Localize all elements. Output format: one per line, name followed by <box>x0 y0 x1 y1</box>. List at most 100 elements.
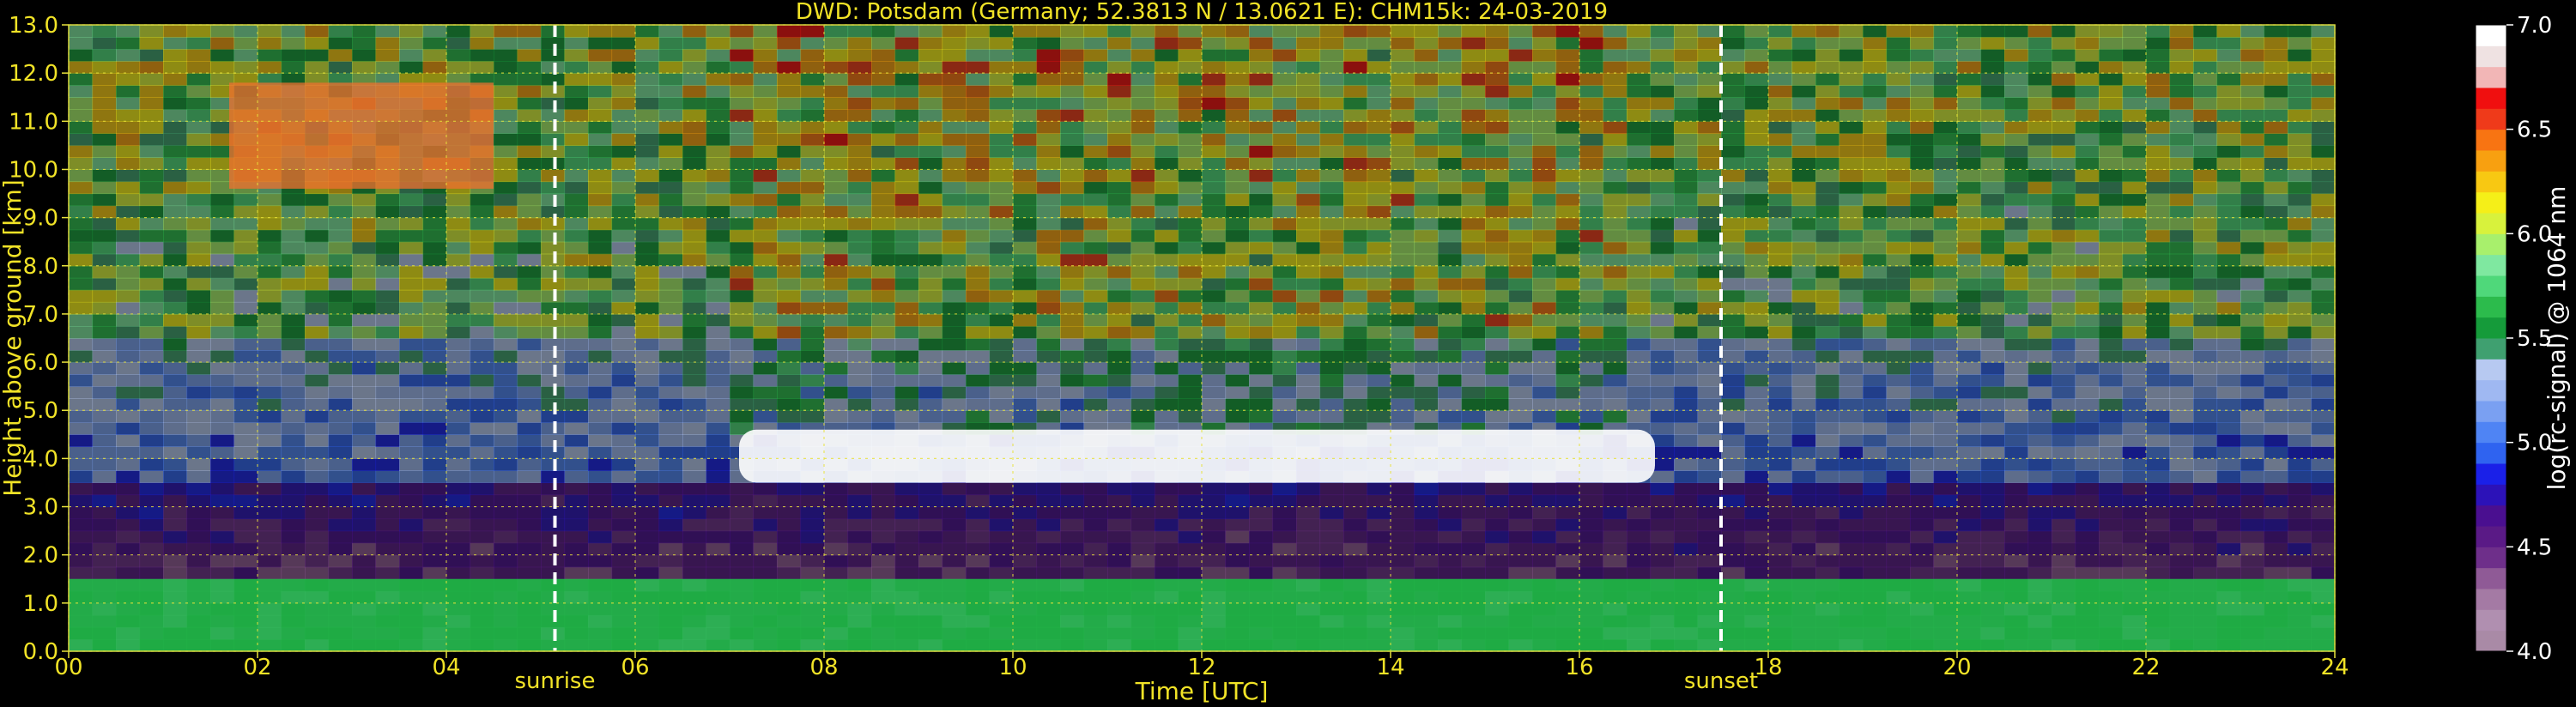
heatmap-cell <box>1886 133 1911 146</box>
heatmap-cell <box>2169 542 2194 556</box>
heatmap-cell <box>1650 326 1675 339</box>
heatmap-cell <box>1744 121 1769 134</box>
heatmap-cell <box>1555 554 1580 568</box>
heatmap-cell <box>1272 410 1297 423</box>
heatmap-cell <box>1791 518 1816 532</box>
heatmap-cell <box>682 217 707 231</box>
heatmap-cell <box>1863 494 1888 508</box>
heatmap-cell <box>1083 313 1108 327</box>
heatmap-cell <box>1863 362 1888 375</box>
heatmap-cell <box>1272 241 1297 255</box>
heatmap-cell <box>682 566 707 580</box>
heatmap-cell <box>116 109 141 122</box>
heatmap-cell <box>2240 85 2265 98</box>
heatmap-cell <box>1438 313 1463 327</box>
heatmap-cell <box>1178 398 1203 411</box>
heatmap-cell <box>2075 97 2100 110</box>
heatmap-cell <box>352 566 377 580</box>
heatmap-cell <box>2264 301 2288 315</box>
heatmap-cell <box>871 494 896 508</box>
heatmap-cell <box>2311 109 2336 122</box>
heatmap-cell <box>753 277 778 291</box>
heatmap-cell <box>1107 494 1132 508</box>
heatmap-cell <box>186 205 211 219</box>
heatmap-cell <box>92 410 117 423</box>
heatmap-cell <box>1013 386 1038 399</box>
heatmap-cell <box>210 362 235 375</box>
heatmap-cell <box>1178 542 1203 556</box>
heatmap-cell <box>894 253 919 267</box>
heatmap-cell <box>2122 458 2147 471</box>
heatmap-cell <box>1060 97 1085 110</box>
heatmap-cell <box>1627 482 1652 496</box>
heatmap-cell <box>588 458 613 471</box>
heatmap-cell <box>1060 37 1085 50</box>
heatmap-cell <box>1768 205 1793 219</box>
heatmap-cell <box>2027 121 2052 134</box>
heatmap-cell <box>69 181 94 195</box>
heatmap-cell <box>2264 374 2288 387</box>
heatmap-cell <box>1839 313 1864 327</box>
heatmap-cell <box>517 253 542 267</box>
heatmap-cell <box>800 193 825 207</box>
heatmap-cell <box>1627 542 1652 556</box>
heatmap-cell <box>2169 265 2194 279</box>
heatmap-cell <box>682 350 707 363</box>
heatmap-cell <box>2099 518 2124 532</box>
heatmap-cell <box>706 193 730 207</box>
heatmap-cell <box>446 241 471 255</box>
heatmap-cell <box>328 326 353 339</box>
heatmap-cell <box>92 458 117 471</box>
heatmap-cell <box>2264 217 2288 231</box>
heatmap-cell <box>2052 265 2076 279</box>
heatmap-cell <box>564 362 589 375</box>
heatmap-cell <box>966 265 991 279</box>
heatmap-cell <box>92 181 117 195</box>
heatmap-cell <box>1296 518 1321 532</box>
heatmap-cell <box>2075 169 2100 183</box>
heatmap-cell <box>1414 530 1439 544</box>
heatmap-cell <box>658 326 683 339</box>
heatmap-cell <box>847 205 872 219</box>
heatmap-cell <box>69 386 94 399</box>
heatmap-cell <box>69 410 94 423</box>
heatmap-cell <box>1627 374 1652 387</box>
heatmap-cell <box>588 25 613 38</box>
heatmap-cell <box>989 37 1014 50</box>
heatmap-cell <box>163 566 188 580</box>
heatmap-cell <box>1674 241 1699 255</box>
heatmap-cell <box>1202 410 1227 423</box>
heatmap-cell <box>1697 554 1722 568</box>
heatmap-cell <box>1768 530 1793 544</box>
heatmap-cell <box>163 482 188 496</box>
heatmap-cell <box>706 494 730 508</box>
heatmap-cell <box>1225 85 1250 98</box>
heatmap-cell <box>2169 386 2194 399</box>
heatmap-cell <box>800 566 825 580</box>
heatmap-cell <box>422 506 447 520</box>
heatmap-cell <box>682 518 707 532</box>
heatmap-cell <box>352 61 377 74</box>
heatmap-cell <box>2240 109 2265 122</box>
heatmap-cell <box>1461 518 1486 532</box>
heatmap-cell <box>942 109 967 122</box>
heatmap-cell <box>2075 542 2100 556</box>
heatmap-cell <box>1508 133 1533 146</box>
heatmap-cell <box>847 326 872 339</box>
heatmap-cell <box>92 49 117 62</box>
heatmap-cell <box>1155 554 1179 568</box>
heatmap-cell <box>1863 85 1888 98</box>
heatmap-cell <box>1155 85 1179 98</box>
heatmap-cell <box>116 362 141 375</box>
heatmap-cell <box>233 301 258 315</box>
heatmap-cell <box>1343 193 1368 207</box>
heatmap-cell <box>139 338 164 351</box>
heatmap-cell <box>706 217 730 231</box>
heatmap-cell <box>1839 61 1864 74</box>
heatmap-cell <box>541 470 566 483</box>
heatmap-cell <box>1036 109 1061 122</box>
heatmap-cell <box>2075 253 2100 267</box>
heatmap-cell <box>894 398 919 411</box>
heatmap-cell <box>1485 494 1510 508</box>
heatmap-cell <box>2099 169 2124 183</box>
